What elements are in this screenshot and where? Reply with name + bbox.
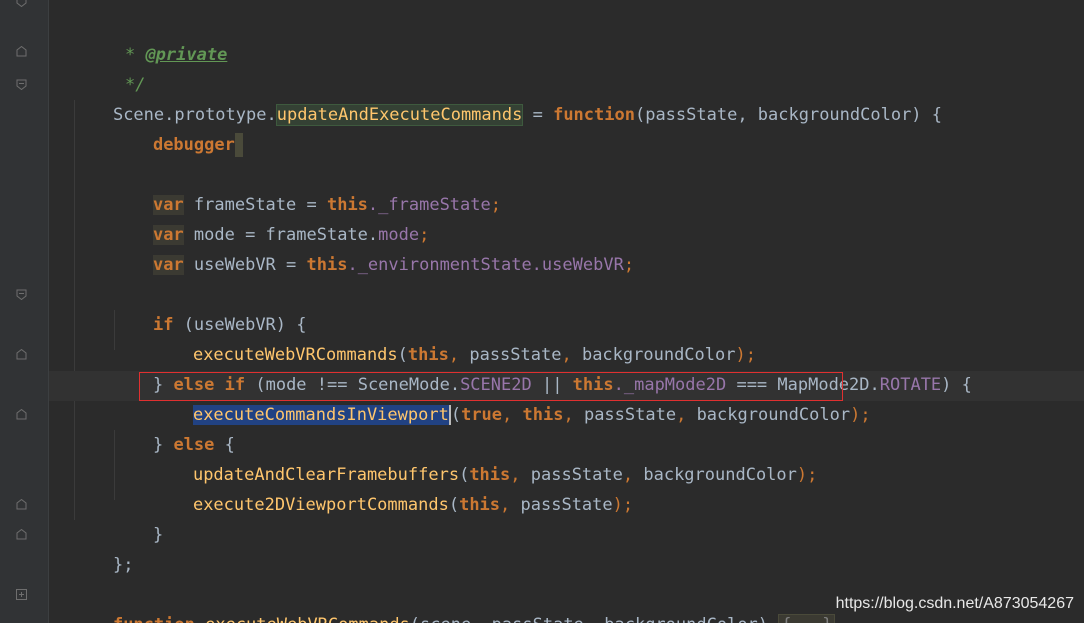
- annotation-highlight-box: [139, 372, 843, 401]
- code-token: ;: [490, 195, 501, 215]
- fold-marker-icon[interactable]: [16, 349, 27, 360]
- code-token: =: [522, 105, 554, 125]
- code-token: backgroundColor: [643, 465, 797, 485]
- code-line[interactable]: * @private: [84, 10, 227, 65]
- code-token: ) {: [941, 375, 972, 395]
- code-token: passState: [583, 405, 677, 425]
- fold-marker-icon[interactable]: [16, 409, 27, 420]
- fold-marker-icon[interactable]: [16, 46, 27, 57]
- code-line[interactable]: var frameState = this._frameState;: [112, 160, 501, 215]
- function-call: execute2DViewportCommands: [192, 495, 449, 515]
- code-line[interactable]: var mode = frameState.mode;: [112, 190, 429, 245]
- code-line[interactable]: */: [84, 40, 145, 95]
- fold-marker-icon[interactable]: [16, 499, 27, 510]
- code-line[interactable]: var useWebVR = this._environmentState.us…: [112, 220, 634, 275]
- code-token: (scene, passState, backgroundColor): [410, 615, 778, 623]
- keyword-function: function: [113, 615, 195, 623]
- keyword-this: this: [459, 495, 501, 515]
- fold-marker-icon[interactable]: [16, 289, 27, 300]
- code-token: };: [112, 555, 134, 575]
- code-editor[interactable]: * @private */ Scene.prototype.updateAndE…: [0, 0, 1084, 623]
- code-token: );: [796, 465, 818, 485]
- keyword-function: function: [553, 105, 635, 125]
- code-line[interactable]: if (useWebVR) {: [112, 280, 307, 335]
- code-token: passState: [520, 495, 613, 515]
- code-token: }: [152, 525, 164, 545]
- code-line[interactable]: updateAndClearFramebuffers(this, passSta…: [152, 430, 817, 485]
- code-token: );: [612, 495, 634, 515]
- code-line[interactable]: } else if (mode !== SceneMode.SCENE2D ||…: [112, 340, 972, 395]
- code-line[interactable]: debugger: [112, 100, 243, 157]
- code-line[interactable]: Scene.prototype.updateAndExecuteCommands…: [72, 70, 942, 126]
- code-token: ,: [563, 405, 584, 425]
- keyword-this: this: [306, 255, 348, 275]
- code-token: ;: [623, 255, 635, 275]
- code-token: );: [850, 405, 871, 425]
- fold-expand-icon[interactable]: [16, 589, 27, 600]
- doc-tag: @private: [145, 45, 228, 65]
- function-name: executeWebVRCommands: [205, 615, 410, 623]
- code-token: (: [450, 405, 462, 425]
- keyword-this: this: [522, 405, 564, 425]
- code-token: ._environmentState.: [347, 255, 542, 275]
- code-token: (: [448, 495, 460, 515]
- caret-block: [234, 133, 243, 157]
- code-token: ,: [500, 495, 521, 515]
- watermark: https://blog.csdn.net/A873054267: [835, 595, 1074, 612]
- code-line[interactable]: };: [72, 520, 133, 575]
- fold-marker-icon[interactable]: [16, 79, 27, 90]
- code-line[interactable]: function executeWebVRCommands(scene, pas…: [72, 580, 836, 623]
- method-name: updateAndExecuteCommands: [275, 104, 524, 126]
- keyword-debugger: debugger: [152, 135, 235, 155]
- code-line[interactable]: execute2DViewportCommands(this, passStat…: [152, 460, 633, 515]
- code-line[interactable]: } else {: [112, 400, 235, 455]
- code-token: (passState, backgroundColor) {: [634, 105, 943, 125]
- code-token: backgroundColor: [696, 405, 851, 425]
- indent-guide: [74, 100, 75, 520]
- code-token: ,: [502, 405, 523, 425]
- code-token: useWebVR: [541, 255, 624, 275]
- fold-marker-icon[interactable]: [16, 0, 27, 7]
- code-token: useWebVR =: [183, 255, 307, 275]
- keyword-var: var: [152, 255, 184, 275]
- fold-marker-icon[interactable]: [16, 529, 27, 540]
- code-token: ,: [676, 405, 697, 425]
- code-token: ROTATE: [879, 375, 942, 395]
- folded-code-block[interactable]: {...}: [778, 614, 836, 623]
- keyword-true: true: [461, 405, 503, 425]
- code-line[interactable]: }: [112, 490, 163, 545]
- code-line[interactable]: executeWebVRCommands(this, passState, ba…: [152, 310, 756, 365]
